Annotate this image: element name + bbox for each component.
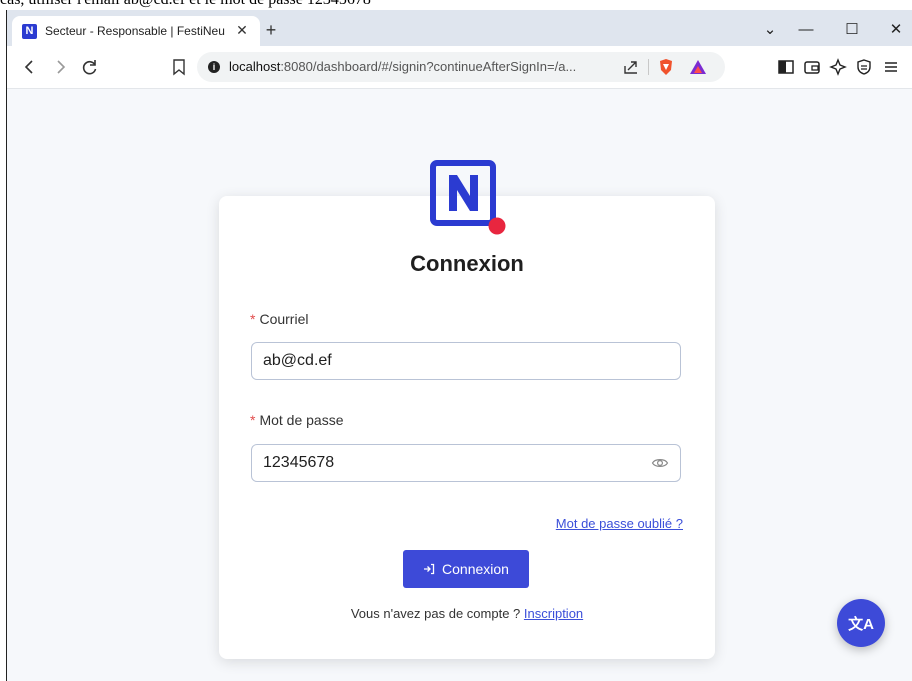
login-arrow-icon <box>424 563 435 575</box>
festineuch-favicon-icon: N <box>22 24 37 39</box>
url-text: localhost:8080/dashboard/#/signin?contin… <box>229 59 609 74</box>
bookmark-icon[interactable] <box>168 56 190 78</box>
page-title: Connexion <box>410 251 524 276</box>
tab-active[interactable]: N Secteur - Responsable | FestiNeuch ✕ <box>12 16 260 46</box>
brave-rewards-icon[interactable] <box>688 57 708 77</box>
translate-button[interactable]: 文A <box>837 599 885 647</box>
back-icon[interactable] <box>19 56 41 78</box>
forward-icon[interactable] <box>49 56 71 78</box>
address-bar-divider <box>648 59 649 75</box>
email-field[interactable] <box>251 342 681 380</box>
minimize-icon[interactable]: — <box>792 20 820 40</box>
login-card: Connexion *Courriel *Mot de passe Mot de… <box>219 196 715 659</box>
caption-text: cas, utiliser l'email ab@cd.ef et le mot… <box>0 0 371 9</box>
required-marker: * <box>250 311 256 327</box>
browser-toolbar: i localhost:8080/dashboard/#/signin?cont… <box>7 46 912 89</box>
tab-bar: N Secteur - Responsable | FestiNeuch ✕ +… <box>7 10 912 46</box>
browser-window: N Secteur - Responsable | FestiNeuch ✕ +… <box>7 10 912 681</box>
url-host: localhost <box>229 59 281 74</box>
site-info-icon[interactable]: i <box>208 61 220 73</box>
sidebar-toggle-icon[interactable] <box>777 58 795 76</box>
brave-shields-icon[interactable] <box>656 57 676 77</box>
tab-list-chevron-icon[interactable]: ⌄ <box>756 20 784 40</box>
menu-icon[interactable] <box>882 58 900 76</box>
new-tab-icon[interactable]: + <box>261 21 281 41</box>
maximize-icon[interactable]: ☐ <box>838 20 866 40</box>
tab-title: Secteur - Responsable | FestiNeuch <box>45 24 225 38</box>
eye-icon[interactable] <box>651 454 669 472</box>
reload-icon[interactable] <box>79 56 101 78</box>
password-label: * Mot de passe <box>250 412 344 428</box>
window-close-icon[interactable]: ✕ <box>882 20 910 40</box>
signup-link[interactable]: Inscription <box>524 606 583 621</box>
login-button-label: Connexion <box>442 561 509 577</box>
password-field[interactable] <box>251 444 681 482</box>
forgot-password-link[interactable]: Mot de passe oublié ? <box>539 516 683 531</box>
no-account-text: Vous n'avez pas de compte ? <box>350 606 521 621</box>
email-label-text: Courriel <box>259 311 309 327</box>
url-path: :8080/dashboard/#/signin?continueAfterSi… <box>280 59 577 74</box>
required-marker: * <box>250 412 256 428</box>
leo-ai-icon[interactable] <box>829 58 847 76</box>
share-icon[interactable] <box>621 57 641 77</box>
wallet-icon[interactable] <box>803 58 821 76</box>
festineuch-logo-icon <box>430 160 506 235</box>
email-label: * Courriel <box>250 311 308 327</box>
login-button[interactable]: Connexion <box>403 550 529 588</box>
signup-prompt: Vous n'avez pas de compte ? Inscription <box>219 606 715 621</box>
address-bar[interactable]: i localhost:8080/dashboard/#/signin?cont… <box>197 52 725 82</box>
password-label-text: Mot de passe <box>259 412 344 428</box>
tab-close-icon[interactable]: ✕ <box>233 21 251 39</box>
page-content: Connexion *Courriel *Mot de passe Mot de… <box>7 89 912 681</box>
vpn-shield-icon[interactable] <box>855 58 873 76</box>
caption-strip: cas, utiliser l'email ab@cd.ef et le mot… <box>0 0 912 10</box>
translate-icon: 文A <box>848 615 874 633</box>
